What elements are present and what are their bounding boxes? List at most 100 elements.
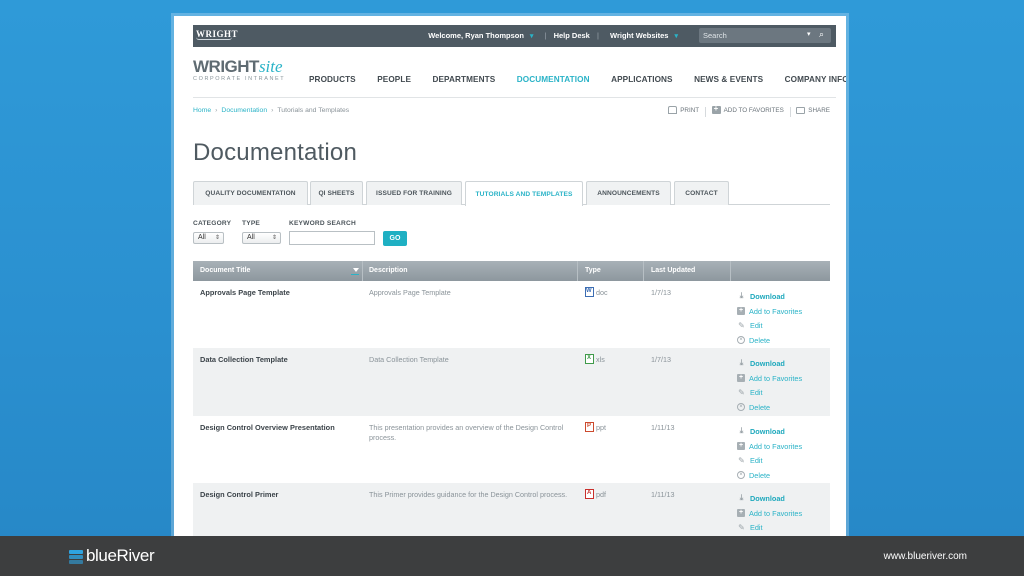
search-icon[interactable]: ⌕	[819, 29, 824, 40]
go-button[interactable]: GO	[383, 231, 407, 246]
help-desk-link[interactable]: Help Desk	[554, 31, 590, 40]
add-to-favorites-link[interactable]: + Add to Favorites	[737, 439, 802, 454]
intranet-page: WRIGHT Welcome, Ryan Thompson ▾ | Help De…	[193, 25, 846, 536]
blueriver-logo: blueRiver	[69, 546, 155, 566]
add-to-favorites-button[interactable]: ADD TO FAVORITES	[711, 104, 784, 114]
download-link[interactable]: ⤓ Download	[737, 491, 802, 506]
document-title[interactable]: Design Control Overview Presentation	[200, 423, 335, 432]
presentation-footer: blueRiver www.blueriver.com	[0, 536, 1024, 576]
envelope-icon	[796, 107, 806, 114]
add-to-favorites-link[interactable]: + Add to Favorites	[737, 371, 802, 386]
breadcrumb-home[interactable]: Home	[193, 107, 211, 114]
favorite-label: Add to Favorites	[749, 441, 803, 451]
document-title[interactable]: Data Collection Template	[200, 355, 288, 364]
column-last-updated[interactable]: Last Updated	[651, 267, 695, 274]
page-tools: PRINT ADD TO FAVORITES SHARE	[664, 104, 830, 118]
breadcrumb: Home › Documentation › Tutorials and Templat…	[193, 107, 349, 114]
wrightsite-logo[interactable]: WRIGHTsite CORPORATE INTRANET	[193, 57, 285, 82]
delete-link[interactable]: × Delete	[737, 468, 802, 483]
tab-bar: QUALITY DOCUMENTATION QI SHEETS ISSUED F…	[193, 181, 830, 206]
delete-label: Delete	[749, 470, 771, 480]
download-link[interactable]: ⤓ Download	[737, 356, 802, 371]
share-button[interactable]: SHARE	[796, 107, 830, 114]
excel-file-icon	[585, 354, 594, 364]
favorite-label: Add to Favorites	[749, 508, 803, 518]
tab-quality-documentation[interactable]: QUALITY DOCUMENTATION	[193, 181, 308, 205]
plus-icon: +	[737, 442, 745, 451]
add-to-favorites-link[interactable]: + Add to Favorites	[737, 506, 802, 521]
document-title[interactable]: Design Control Primer	[200, 490, 278, 499]
download-link[interactable]: ⤓ Download	[737, 289, 802, 304]
edit-link[interactable]: ✎ Edit	[737, 520, 802, 535]
nav-products[interactable]: PRODUCTS	[309, 75, 356, 84]
nav-news-events[interactable]: NEWS & EVENTS	[694, 75, 763, 84]
document-title[interactable]: Approvals Page Template	[200, 288, 290, 297]
tab-announcements[interactable]: ANNOUNCEMENTS	[586, 181, 671, 205]
powerpoint-file-icon	[585, 422, 594, 432]
wright-websites-menu[interactable]: Wright Websites ▾	[606, 31, 682, 40]
word-file-icon	[585, 287, 594, 297]
table-row: Data Collection Template Data Collection…	[193, 348, 830, 416]
keyword-search-input[interactable]	[289, 231, 375, 245]
websites-text: Wright Websites	[610, 31, 669, 40]
blueriver-brand-text: blueRiver	[86, 546, 155, 565]
plus-icon	[711, 104, 721, 114]
pencil-icon: ✎	[738, 455, 745, 465]
delete-link[interactable]: × Delete	[737, 400, 802, 415]
plus-icon: +	[737, 307, 745, 316]
table-header: Document Title Description Type Last Upd…	[193, 261, 830, 281]
breadcrumb-current: Tutorials and Templates	[277, 107, 350, 114]
tab-issued-for-training[interactable]: ISSUED FOR TRAINING	[366, 181, 462, 205]
nav-documentation[interactable]: DOCUMENTATION	[517, 75, 590, 84]
pencil-icon: ✎	[738, 320, 745, 330]
search-input[interactable]	[703, 29, 803, 42]
breadcrumb-documentation[interactable]: Documentation	[221, 107, 267, 114]
document-type: ppt	[585, 422, 606, 432]
main-nav: PRODUCTS PEOPLE DEPARTMENTS DOCUMENTATIO…	[309, 69, 846, 87]
category-select[interactable]: All ⇕	[193, 232, 224, 244]
browser-page: WRIGHT Welcome, Ryan Thompson ▾ | Help De…	[174, 16, 846, 536]
print-button[interactable]: PRINT	[668, 106, 699, 114]
select-arrows-icon: ⇕	[214, 235, 220, 241]
tab-qi-sheets[interactable]: QI SHEETS	[310, 181, 363, 205]
delete-link[interactable]: × Delete	[737, 333, 802, 348]
welcome-user-menu[interactable]: Welcome, Ryan Thompson ▾	[424, 31, 537, 40]
edit-link[interactable]: ✎ Edit	[737, 318, 802, 333]
edit-link[interactable]: ✎ Edit	[737, 385, 802, 400]
last-updated: 1/7/13	[651, 355, 671, 364]
blueriver-logo-icon	[69, 549, 83, 564]
wright-logo-small[interactable]: WRIGHT	[196, 29, 238, 40]
column-type[interactable]: Type	[585, 267, 601, 274]
document-description: This presentation provides an overview o…	[369, 423, 564, 442]
document-description: Approvals Page Template	[369, 288, 451, 297]
column-document-title[interactable]: Document Title	[200, 267, 250, 274]
tab-contact[interactable]: CONTACT	[674, 181, 729, 205]
edit-label: Edit	[750, 388, 763, 398]
nav-people[interactable]: PEOPLE	[377, 75, 411, 84]
column-description[interactable]: Description	[369, 267, 408, 274]
column-divider	[362, 261, 363, 281]
nav-departments[interactable]: DEPARTMENTS	[432, 75, 495, 84]
brand-site: site	[258, 57, 283, 76]
download-link[interactable]: ⤓ Download	[737, 424, 802, 439]
column-divider	[577, 261, 578, 281]
sort-descending-icon[interactable]	[353, 268, 359, 272]
type-select[interactable]: All ⇕	[242, 232, 281, 244]
delete-label: Delete	[749, 335, 771, 345]
nav-applications[interactable]: APPLICATIONS	[611, 75, 673, 84]
search-scope-dropdown-icon[interactable]: ▾	[807, 30, 811, 38]
column-divider	[730, 261, 731, 281]
nav-company-information[interactable]: COMPANY INFORMATION	[785, 75, 846, 84]
favorite-label: Add to Favorites	[749, 306, 803, 316]
print-label: PRINT	[680, 106, 700, 114]
category-select-value: All	[198, 234, 206, 241]
tab-tutorials-and-templates[interactable]: TUTORIALS AND TEMPLATES	[465, 181, 583, 206]
brand-subtitle: CORPORATE INTRANET	[193, 76, 286, 82]
edit-label: Edit	[750, 321, 763, 331]
type-text: pdf	[596, 489, 606, 499]
column-divider	[643, 261, 644, 281]
edit-link[interactable]: ✎ Edit	[737, 453, 802, 468]
type-select-value: All	[247, 234, 255, 241]
table-row: Design Control Overview Presentation Thi…	[193, 416, 830, 484]
add-to-favorites-link[interactable]: + Add to Favorites	[737, 304, 802, 319]
